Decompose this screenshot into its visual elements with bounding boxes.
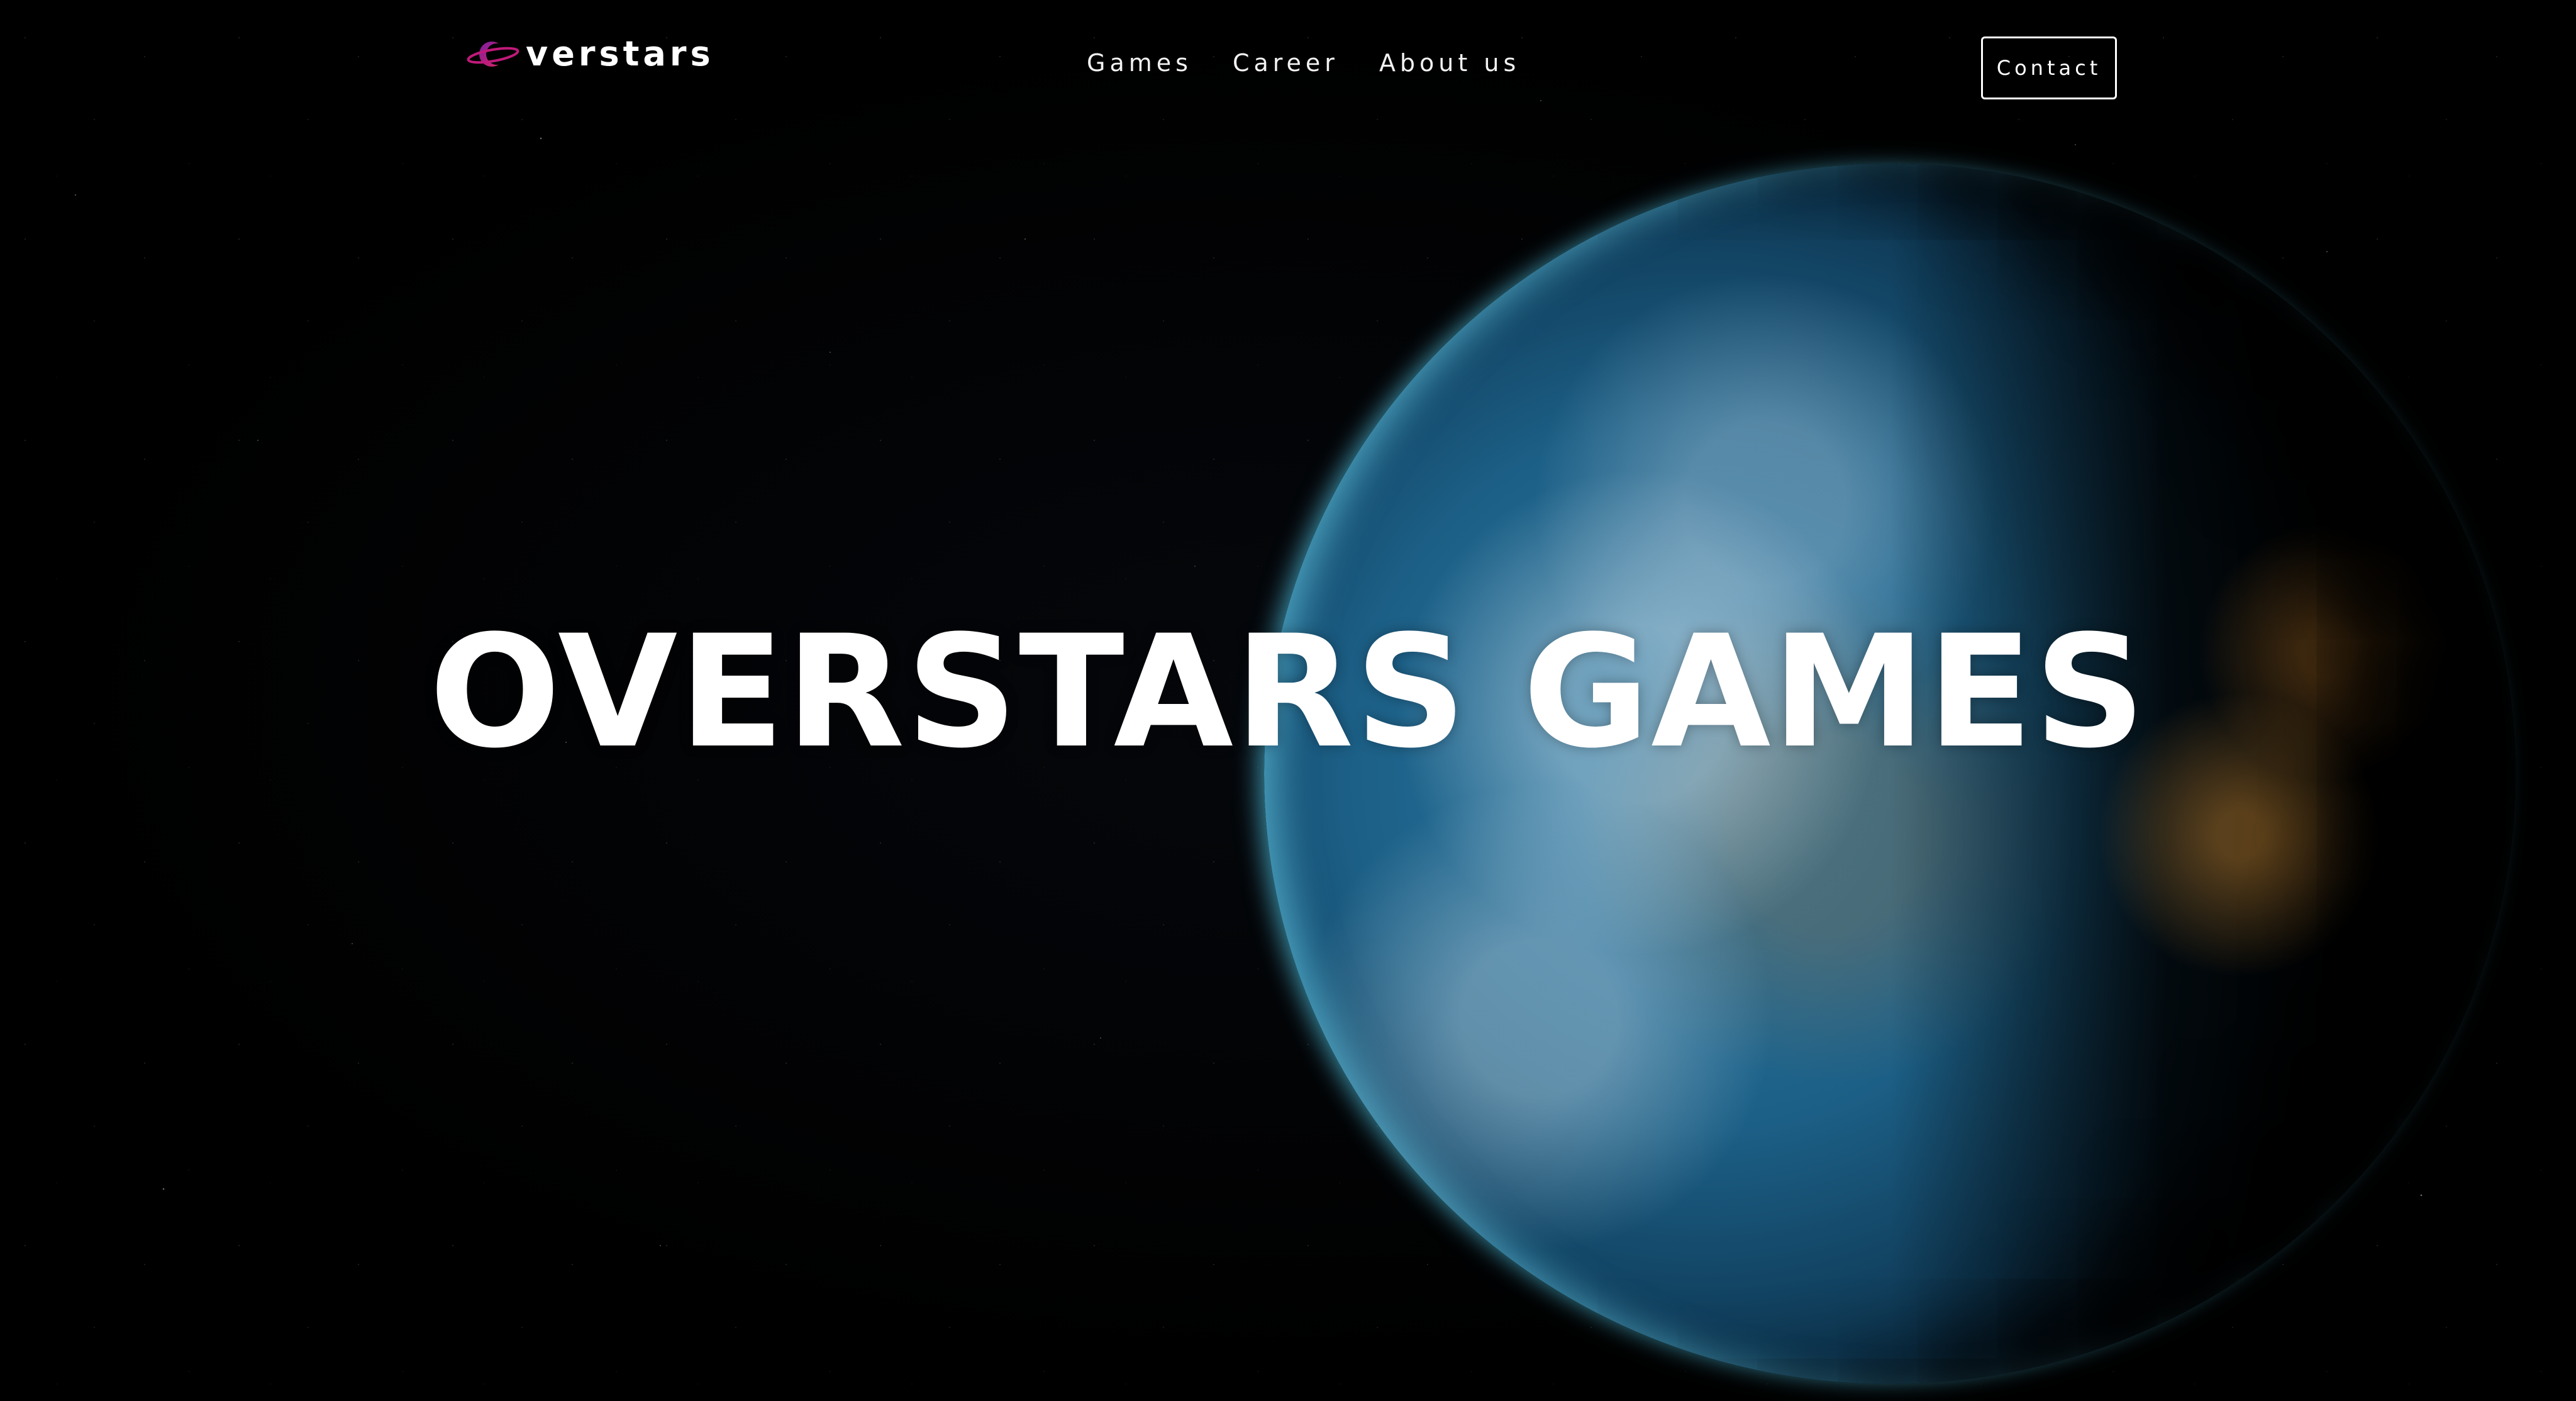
logo-link[interactable]: verstars (465, 35, 714, 73)
logo-text: verstars (526, 34, 714, 74)
contact-button[interactable]: Contact (1981, 36, 2117, 99)
nav-games[interactable]: Games (1087, 49, 1192, 77)
page: verstars Games Career About us Contact O… (0, 0, 2576, 1401)
nav-career[interactable]: Career (1233, 49, 1339, 77)
main-nav: Games Career About us (1087, 49, 1520, 77)
nav-about-us[interactable]: About us (1379, 49, 1520, 77)
hero-title: OVERSTARS GAMES (429, 603, 2147, 783)
planet-logo-icon (467, 42, 519, 67)
